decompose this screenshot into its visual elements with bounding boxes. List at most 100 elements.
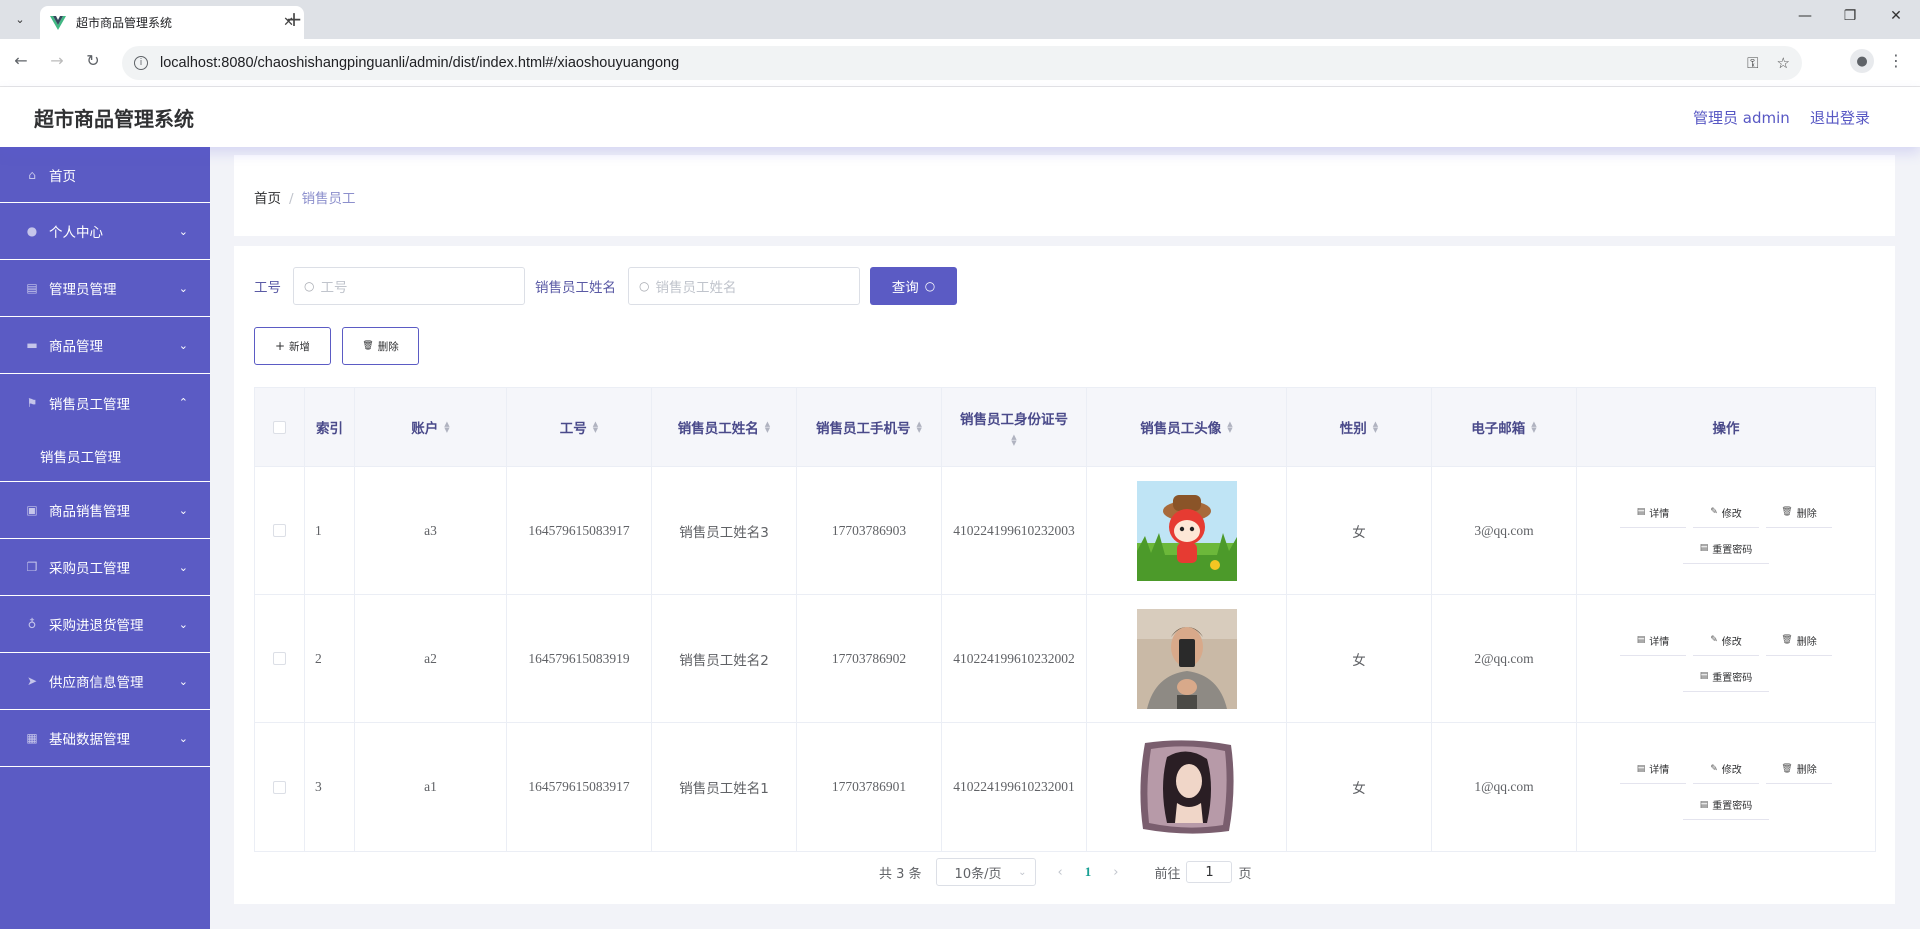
add-button[interactable]: + 新增 xyxy=(254,327,331,365)
page-size-select[interactable]: 10条/页 ⌄ xyxy=(935,858,1036,886)
new-tab-icon[interactable]: + xyxy=(282,8,306,30)
sidebar-item-purchase-staff[interactable]: ❐ 采购员工管理 ⌄ xyxy=(0,539,210,596)
sidebar-item-goods[interactable]: ▬ 商品管理 ⌄ xyxy=(0,317,210,374)
forward-icon[interactable]: → xyxy=(45,51,69,70)
page-number-current[interactable]: 1 xyxy=(1085,864,1092,880)
action-bar: + 新增 🗑 删除 xyxy=(254,327,419,365)
select-all-cell xyxy=(255,388,305,466)
reset-password-button[interactable]: ▤ 重置密码 xyxy=(1683,790,1769,820)
edit-button[interactable]: ✎ 修改 xyxy=(1693,498,1759,528)
content-card: 工号 ○ 工号 销售员工姓名 ○ 销售员工姓名 查询 ○ + 新增 🗑 删除 索… xyxy=(234,246,1895,904)
next-page-icon[interactable]: › xyxy=(1113,865,1118,880)
search-input-name[interactable]: ○ 销售员工姓名 xyxy=(628,267,860,305)
sidebar-item-profile[interactable]: ● 个人中心 ⌄ xyxy=(0,203,210,260)
edit-button[interactable]: ✎ 修改 xyxy=(1693,754,1759,784)
th-gender[interactable]: 性别 ▲ ▼ xyxy=(1287,388,1432,466)
chevron-down-icon: ⌄ xyxy=(178,338,188,352)
sort-icon[interactable]: ▲ ▼ xyxy=(1011,434,1016,447)
row-delete-button[interactable]: 🗑 删除 xyxy=(1766,626,1832,656)
detail-button[interactable]: ▤ 详情 xyxy=(1620,626,1686,656)
th-idcard[interactable]: 销售员工身份证号 ▲ ▼ xyxy=(942,388,1087,466)
row-select-cell xyxy=(255,467,305,594)
cell-staff-id: 164579615083919 xyxy=(507,595,652,722)
th-name[interactable]: 销售员工姓名 ▲ ▼ xyxy=(652,388,797,466)
window-close-icon[interactable]: ✕ xyxy=(1884,8,1908,24)
password-key-icon[interactable]: ⚿ xyxy=(1747,54,1758,72)
search-placeholder-name: 销售员工姓名 xyxy=(655,280,737,296)
prev-page-icon[interactable]: ‹ xyxy=(1058,865,1063,880)
avatar-image-cartoon[interactable] xyxy=(1136,480,1237,581)
detail-button[interactable]: ▤ 详情 xyxy=(1620,498,1686,528)
cell-name: 销售员工姓名3 xyxy=(652,467,797,594)
sort-icon[interactable]: ▲ ▼ xyxy=(444,421,449,434)
sort-icon[interactable]: ▲ ▼ xyxy=(1373,421,1378,434)
row-delete-button[interactable]: 🗑 删除 xyxy=(1766,498,1832,528)
query-button[interactable]: 查询 ○ xyxy=(870,267,957,305)
select-all-checkbox[interactable] xyxy=(273,420,286,434)
cell-idcard: 410224199610232001 xyxy=(942,723,1087,851)
sidebar-item-sales-staff[interactable]: ⚑ 销售员工管理 ⌃ xyxy=(0,374,210,431)
sidebar-item-label: 采购进退货管理 xyxy=(49,618,144,634)
delete-label: 删除 xyxy=(1796,636,1817,648)
sort-icon[interactable]: ▲ ▼ xyxy=(917,421,922,434)
sidebar-item-label: 首页 xyxy=(49,168,76,185)
browser-tab-bar: ⌄ 超市商品管理系统 ✕ + — ❐ ✕ xyxy=(0,0,1920,39)
th-phone[interactable]: 销售员工手机号 ▲ ▼ xyxy=(797,388,942,466)
restore-icon[interactable]: ❐ xyxy=(1838,8,1862,24)
browser-menu-icon[interactable]: ⋮ xyxy=(1888,51,1904,70)
breadcrumb-home[interactable]: 首页 xyxy=(254,191,281,207)
th-account[interactable]: 账户 ▲ ▼ xyxy=(355,388,507,466)
site-info-icon[interactable]: i xyxy=(134,56,148,70)
cell-avatar xyxy=(1087,595,1287,722)
submenu-item-sales-staff[interactable]: 销售员工管理 xyxy=(0,431,210,482)
document-icon: ▤ xyxy=(1636,507,1646,517)
detail-button[interactable]: ▤ 详情 xyxy=(1620,754,1686,784)
reset-password-button[interactable]: ▤ 重置密码 xyxy=(1683,534,1769,564)
th-email[interactable]: 电子邮箱 ▲ ▼ xyxy=(1432,388,1577,466)
back-icon[interactable]: ← xyxy=(9,51,33,70)
row-checkbox[interactable] xyxy=(273,524,286,537)
th-label: 销售员工头像 xyxy=(1140,421,1222,437)
delete-button[interactable]: 🗑 删除 xyxy=(342,327,419,365)
sidebar-item-goods-sales[interactable]: ▣ 商品销售管理 ⌄ xyxy=(0,482,210,539)
row-checkbox[interactable] xyxy=(273,780,286,794)
avatar-image-pillow[interactable] xyxy=(1136,737,1237,837)
reset-password-button[interactable]: ▤ 重置密码 xyxy=(1683,662,1769,692)
clipboard-icon: ▤ xyxy=(26,281,38,295)
trash-icon: 🗑 xyxy=(1781,635,1793,645)
bookmark-star-icon[interactable]: ☆ xyxy=(1777,54,1790,72)
sort-icon[interactable]: ▲ ▼ xyxy=(1227,421,1232,434)
reload-icon[interactable]: ↻ xyxy=(81,51,105,70)
avatar-image-selfie[interactable] xyxy=(1136,608,1237,709)
goto-page-input[interactable]: 1 xyxy=(1186,861,1233,883)
sort-icon[interactable]: ▲ ▼ xyxy=(765,421,770,434)
row-delete-button[interactable]: 🗑 删除 xyxy=(1766,754,1832,784)
url-field[interactable]: i localhost:8080/chaoshishangpinguanli/a… xyxy=(122,46,1802,80)
edit-button[interactable]: ✎ 修改 xyxy=(1693,626,1759,656)
sidebar-item-purchase-returns[interactable]: ♁ 采购进退货管理 ⌄ xyxy=(0,596,210,653)
sidebar-item-label: 个人中心 xyxy=(49,225,103,241)
search-label-id: 工号 xyxy=(254,280,281,296)
th-staff-id[interactable]: 工号 ▲ ▼ xyxy=(507,388,652,466)
sidebar-item-base-data[interactable]: ▦ 基础数据管理 ⌄ xyxy=(0,710,210,767)
search-label-name: 销售员工姓名 xyxy=(535,280,616,296)
sidebar-item-suppliers[interactable]: ➤ 供应商信息管理 ⌄ xyxy=(0,653,210,710)
total-count: 共 3 条 xyxy=(879,866,922,882)
profile-icon[interactable]: ● xyxy=(1850,49,1874,73)
browser-tab[interactable]: 超市商品管理系统 ✕ xyxy=(40,6,304,39)
sidebar-item-admins[interactable]: ▤ 管理员管理 ⌄ xyxy=(0,260,210,317)
row-checkbox[interactable] xyxy=(273,652,286,665)
tab-search-chevron-icon[interactable]: ⌄ xyxy=(8,7,32,31)
sidebar-item-home[interactable]: ⌂ 首页 xyxy=(0,147,210,203)
address-bar: ← → ↻ i localhost:8080/chaoshishangpingu… xyxy=(0,39,1920,87)
minimize-icon[interactable]: — xyxy=(1793,8,1817,24)
document-icon: ▤ xyxy=(1699,671,1709,681)
sort-icon[interactable]: ▲ ▼ xyxy=(593,421,598,434)
search-input-id[interactable]: ○ 工号 xyxy=(293,267,525,305)
sort-icon[interactable]: ▲ ▼ xyxy=(1531,421,1536,434)
current-user: 管理员 admin xyxy=(1693,109,1790,127)
th-avatar[interactable]: 销售员工头像 ▲ ▼ xyxy=(1087,388,1287,466)
microphone-icon: ♁ xyxy=(27,617,37,631)
logout-link[interactable]: 退出登录 xyxy=(1810,107,1870,128)
detail-label: 详情 xyxy=(1649,636,1670,648)
